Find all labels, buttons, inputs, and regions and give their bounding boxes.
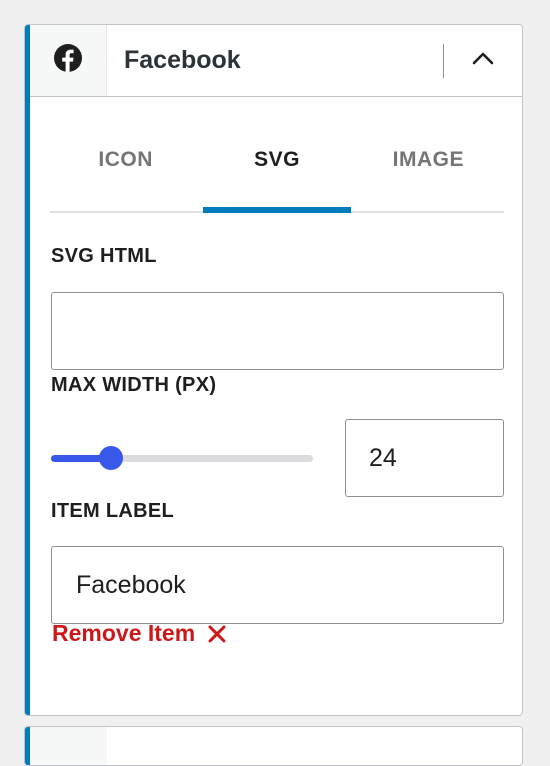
chevron-up-icon [472, 51, 494, 70]
next-social-item-panel[interactable] [24, 726, 523, 766]
max-width-slider[interactable] [51, 445, 313, 471]
tab-image[interactable]: IMAGE [353, 123, 504, 211]
item-icon-box [30, 25, 107, 96]
next-item-icon-box [30, 727, 107, 765]
panel-accent-bar [25, 25, 30, 715]
item-header[interactable]: Facebook [30, 25, 522, 97]
tab-svg[interactable]: SVG [201, 123, 352, 213]
svg-html-label: SVG HTML [51, 245, 157, 267]
svg-html-input[interactable] [51, 292, 504, 370]
icon-type-tabs: ICON SVG IMAGE [50, 123, 504, 213]
collapse-toggle-button[interactable] [466, 44, 500, 78]
header-divider [443, 43, 444, 78]
close-icon [207, 624, 227, 644]
max-width-number-input[interactable]: 24 [345, 419, 504, 497]
social-item-panel: Facebook ICON SVG IMAGE SVG HTML MAX WID… [24, 24, 523, 716]
item-label-input[interactable]: Facebook [51, 546, 504, 624]
item-title: Facebook [124, 46, 241, 74]
facebook-icon [53, 43, 83, 78]
remove-item-button[interactable]: Remove Item [52, 620, 227, 647]
max-width-label: MAX WIDTH (PX) [51, 374, 217, 396]
tab-icon[interactable]: ICON [50, 123, 201, 211]
remove-item-label: Remove Item [52, 620, 196, 646]
item-label-label: ITEM LABEL [51, 500, 174, 522]
slider-thumb[interactable] [99, 446, 124, 470]
